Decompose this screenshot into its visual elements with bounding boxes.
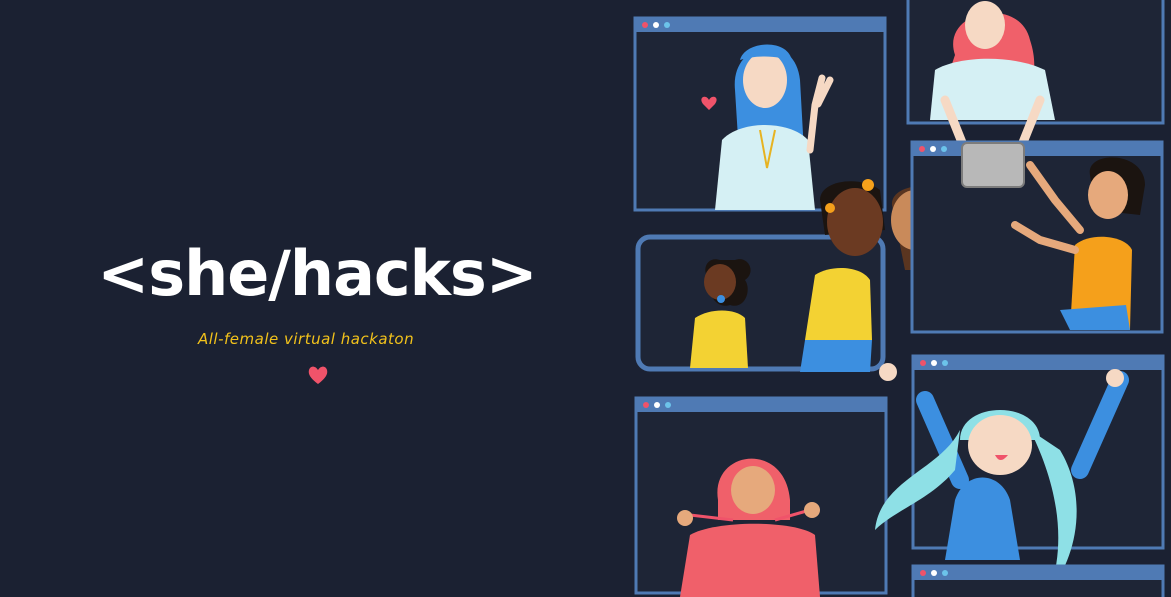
heart-icon bbox=[308, 366, 328, 384]
video-window-5 bbox=[634, 396, 888, 597]
video-window-7 bbox=[911, 564, 1165, 597]
video-window-1 bbox=[633, 16, 887, 212]
video-window-2 bbox=[906, 0, 1165, 155]
video-call-illustration bbox=[633, 0, 1165, 597]
banner: <she/hacks> All-female virtual hackaton bbox=[0, 0, 1171, 597]
tagline: All-female virtual hackaton bbox=[198, 330, 415, 348]
she-hacks-logo: <she/hacks> bbox=[97, 237, 538, 310]
video-window-6 bbox=[875, 354, 1165, 590]
video-window-4 bbox=[910, 140, 1164, 334]
